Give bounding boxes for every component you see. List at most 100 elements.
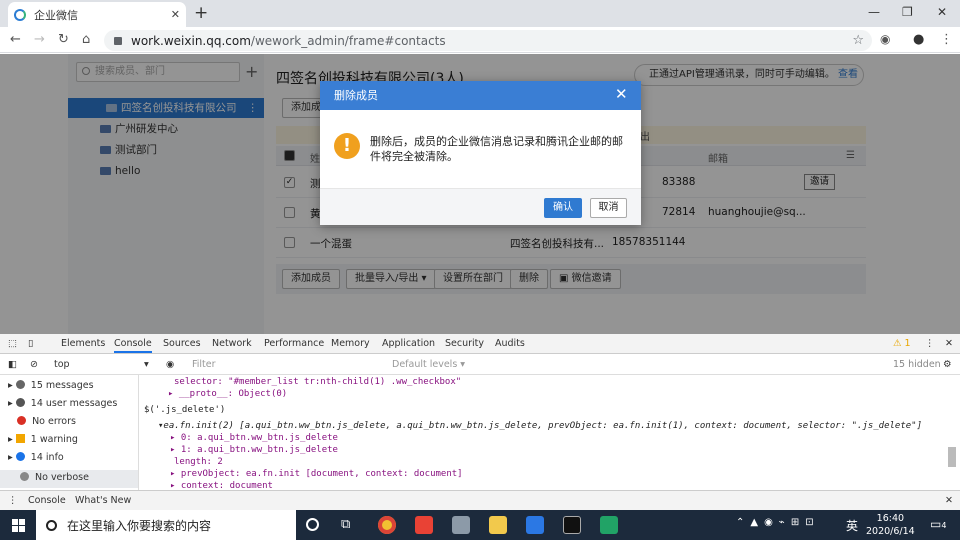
address-bar[interactable]: work.weixin.qq.com /wework_admin/frame#c… [104,30,872,51]
taskbar-clock[interactable]: 16:40 2020/6/14 [866,512,915,538]
tab-sources[interactable]: Sources [163,338,201,349]
notification-count: 4 [941,521,947,530]
devtools-tabbar: ⬚ ▯ Elements Console Sources Network Per… [0,334,960,354]
drawer-tab-whats-new[interactable]: What's New [75,495,131,506]
console-scrollbar[interactable] [948,447,956,467]
dialog-footer: 确认 取消 [320,188,641,225]
log-levels-select[interactable]: Default levels ▾ [392,359,465,370]
dialog-title: 删除成员 [320,81,641,110]
sidebar-warnings-label: 1 warning [30,434,78,445]
inspect-icon[interactable]: ⬚ [8,338,17,349]
taskbar-search-placeholder: 在这里输入你要搜索的内容 [67,518,212,533]
cortana-icon[interactable] [306,518,319,531]
tab-strip: 企业微信 ✕ + — ❐ ✕ [0,0,960,27]
terminal-icon[interactable] [563,516,581,534]
pe-icon[interactable] [600,516,618,534]
sidebar-verbose[interactable]: No verbose [0,470,138,488]
console-settings-gear-icon[interactable]: ⚙ [943,359,952,370]
clear-console-icon[interactable]: ⊘ [30,359,38,370]
console-line: selector: "#member_list tr:nth-child(1) … [174,377,462,387]
sidebar-messages[interactable]: ▸ 15 messages [8,380,94,391]
notification-icon[interactable]: ▭4 [930,517,946,531]
back-icon[interactable]: ← [10,32,21,47]
console-line: length: 2 [174,457,223,467]
close-window-button[interactable]: ✕ [937,5,947,19]
tab-performance[interactable]: Performance [264,338,324,349]
eye-icon[interactable]: ◉ [166,359,174,370]
device-toolbar-icon[interactable]: ▯ [28,338,33,349]
home-icon[interactable]: ⌂ [82,32,90,47]
sidebar-errors[interactable]: No errors [8,416,76,427]
tab-security[interactable]: Security [445,338,484,349]
delete-member-dialog: 删除成员 ✕ ! 删除后，成员的企业微信消息记录和腾讯企业邮的邮件将完全被清除。… [320,81,641,225]
ime-indicator[interactable]: 英 [846,517,858,534]
console-sidebar: ▸ 15 messages ▸ 14 user messages No erro… [0,375,139,490]
tab-elements[interactable]: Elements [61,338,105,349]
cancel-button[interactable]: 取消 [590,198,627,218]
warning-counter[interactable]: ⚠ 1 [893,338,911,349]
word-icon[interactable] [526,516,544,534]
browser-tab[interactable]: 企业微信 ✕ [8,2,186,27]
console-toolbar: ◧ ⊘ top ▾ ◉ Filter Default levels ▾ 15 hi… [0,355,960,375]
windows-taskbar: 在这里输入你要搜索的内容 ⧉ ⌃▲◉⌁⊞⊡ 英 16:40 2020/6/14 … [0,510,960,540]
sidebar-user-messages[interactable]: ▸ 14 user messages [8,398,117,409]
sidebar-toggle-icon[interactable]: ◧ [8,359,17,370]
menu-kebab-icon[interactable]: ⋮ [940,32,953,47]
tab-title: 企业微信 [34,8,78,22]
verbose-icon [20,472,29,481]
hidden-count: 15 hidden [893,359,941,370]
sidebar-messages-label: 15 messages [30,380,94,391]
sidebar-verbose-label: No verbose [35,472,89,483]
drawer-close-icon[interactable]: ✕ [945,495,953,506]
tray-icons[interactable]: ⌃▲◉⌁⊞⊡ [736,517,820,528]
console-line: ▸ prevObject: ea.fn.init [document, cont… [170,469,463,479]
sidebar-info-label: 14 info [30,452,64,463]
tab-audits[interactable]: Audits [495,338,525,349]
console-line: ▸ 0: a.qui_btn.ww_btn.js_delete [170,433,338,443]
tab-network[interactable]: Network [212,338,252,349]
console-line: ▸ 1: a.qui_btn.ww_btn.js_delete [170,445,338,455]
tab-application[interactable]: Application [382,338,435,349]
taskbar-search[interactable]: 在这里输入你要搜索的内容 [36,510,296,540]
new-tab-button[interactable]: + [194,3,208,23]
devtools-menu-icon[interactable]: ⋮ [925,338,935,349]
log-levels-label: Default levels [392,359,458,370]
app-icon[interactable] [452,516,470,534]
tab-console[interactable]: Console [114,338,152,353]
console-input-line: $('.js_delete') [144,405,225,415]
error-icon [17,416,27,425]
search-icon [46,519,57,531]
tab-memory[interactable]: Memory [331,338,370,349]
extension-icon[interactable]: ◉ [880,32,890,46]
context-select[interactable]: top ▾ [54,359,154,370]
dialog-close-icon[interactable]: ✕ [615,85,628,103]
console-line: ▾ea.fn.init(2) [a.qui_btn.ww_btn.js_dele… [158,421,923,431]
restore-button[interactable]: ❐ [902,5,913,19]
drawer-tab-console[interactable]: Console [28,495,66,506]
context-value: top [54,359,70,370]
task-view-icon[interactable]: ⧉ [341,517,350,532]
app-icon[interactable] [415,516,433,534]
minimize-button[interactable]: — [868,5,880,19]
close-tab-icon[interactable]: ✕ [171,8,180,21]
console-line: ▸ __proto__: Object(0) [168,389,288,399]
console-output[interactable]: selector: "#member_list tr:nth-child(1) … [140,375,956,491]
sidebar-warnings[interactable]: ▸ 1 warning [8,434,78,445]
sidebar-errors-label: No errors [32,416,76,427]
start-button-windows-icon[interactable] [12,519,25,532]
profile-icon[interactable]: ● [913,32,924,47]
confirm-button[interactable]: 确认 [544,198,582,218]
lock-icon [114,36,122,45]
info-icon [15,452,25,461]
console-filter-input[interactable]: Filter [192,359,216,370]
bookmark-star-icon[interactable]: ☆ [852,33,864,48]
devtools-close-icon[interactable]: ✕ [945,338,953,349]
chrome-icon[interactable] [378,516,396,534]
reload-icon[interactable]: ↻ [58,32,69,47]
forward-icon[interactable]: → [34,32,45,47]
drawer-menu-icon[interactable]: ⋮ [8,495,18,506]
file-explorer-icon[interactable] [489,516,507,534]
sidebar-info[interactable]: ▸ 14 info [8,452,64,463]
chevron-down-icon: ▾ [144,359,149,370]
clock-time: 16:40 [876,513,905,524]
